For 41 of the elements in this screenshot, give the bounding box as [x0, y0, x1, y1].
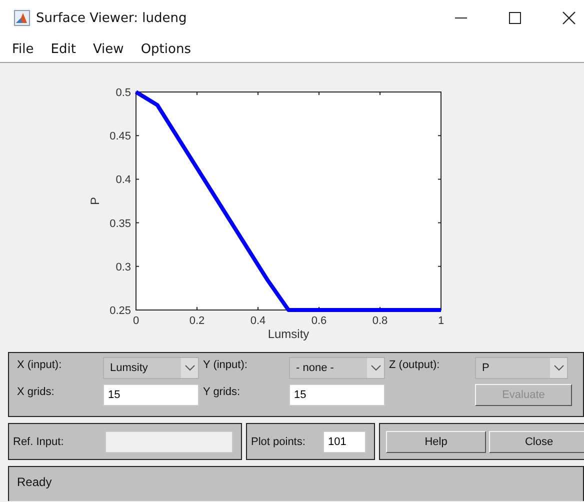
- dropdown[interactable]: P: [475, 357, 568, 379]
- grids-field[interactable]: 15: [103, 384, 199, 406]
- y-tick-label: 0.45: [110, 130, 131, 143]
- dropdown[interactable]: Lumsity: [103, 357, 199, 379]
- y-tick-label: 0.4: [116, 174, 131, 186]
- y-tick-label: 0.35: [110, 218, 131, 230]
- chevron-down-icon: [367, 358, 384, 378]
- y-axis-label: P: [88, 197, 102, 205]
- menu-item[interactable]: View: [92, 42, 124, 56]
- grids-field[interactable]: 15: [289, 384, 385, 406]
- status-text: Ready: [17, 475, 52, 489]
- field-label: Ref. Input:: [13, 436, 65, 448]
- y-tick-label: 0.5: [116, 87, 131, 99]
- x-tick-label: 1: [438, 315, 444, 327]
- menu-item[interactable]: Edit: [50, 42, 76, 56]
- field-label: Z (output):: [389, 358, 441, 371]
- window-title: Surface Viewer: ludeng: [36, 10, 187, 26]
- x-tick-label: 0.8: [372, 315, 388, 327]
- app-icon: [14, 10, 30, 26]
- field-label: Y (input):: [203, 358, 248, 371]
- dropdown[interactable]: - none -: [289, 357, 385, 379]
- plot-points-field[interactable]: 101: [323, 430, 366, 452]
- x-tick-label: 0.6: [311, 315, 327, 327]
- field-label: X (input):: [17, 358, 63, 371]
- help-button[interactable]: Help: [386, 430, 486, 452]
- maximize-icon[interactable]: [508, 11, 522, 25]
- x-axis-label: Lumsity: [268, 327, 310, 341]
- y-tick-label: 0.25: [110, 305, 131, 317]
- menu-item[interactable]: File: [12, 42, 34, 56]
- menu-item[interactable]: Options: [140, 42, 191, 56]
- chevron-down-icon: [181, 358, 198, 378]
- x-tick-label: 0.4: [250, 315, 266, 327]
- field-label: X grids:: [17, 385, 56, 398]
- close-button[interactable]: Close: [489, 430, 584, 452]
- field-label: Y grids:: [203, 385, 242, 398]
- field-label: Plot points:: [251, 436, 306, 448]
- x-tick-label: 0.2: [189, 315, 205, 327]
- chevron-down-icon: [550, 358, 567, 378]
- x-tick-label: 0: [132, 315, 140, 327]
- y-tick-label: 0.3: [116, 261, 131, 274]
- close-icon[interactable]: [562, 11, 576, 25]
